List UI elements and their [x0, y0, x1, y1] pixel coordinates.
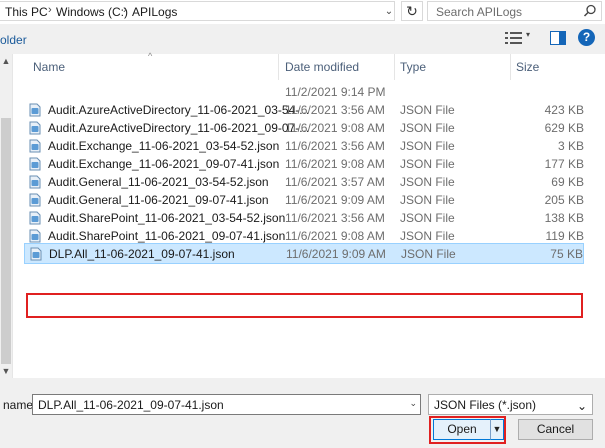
search-box[interactable]: [427, 1, 602, 21]
json-file-icon: [29, 175, 41, 189]
file-type: JSON File: [400, 157, 455, 171]
file-row[interactable]: Audit.General_11-06-2021_09-07-41.json 11…: [24, 192, 584, 209]
address-bar[interactable]: This PC › Windows (C:) › APILogs: [0, 1, 395, 21]
file-date: 11/6/2021 3:56 AM: [285, 211, 385, 225]
open-button[interactable]: Open: [433, 419, 491, 440]
file-size: 629 KB: [544, 121, 584, 135]
file-size: 69 KB: [551, 175, 584, 189]
file-type: JSON File: [400, 103, 455, 117]
search-input[interactable]: [434, 4, 578, 20]
breadcrumb-windows-c[interactable]: Windows (C:): [56, 5, 128, 19]
file-type: JSON File: [400, 229, 455, 243]
scroll-up-icon[interactable]: ▲: [0, 54, 12, 68]
column-header-type[interactable]: Type: [400, 60, 426, 74]
preview-pane-icon[interactable]: [550, 31, 566, 45]
scroll-down-icon[interactable]: ▼: [0, 364, 12, 378]
file-type: JSON File: [400, 121, 455, 135]
json-file-icon: [29, 157, 41, 171]
json-file-icon: [29, 103, 41, 117]
column-header-size[interactable]: Size: [516, 60, 539, 74]
file-date: 11/6/2021 9:09 AM: [285, 193, 385, 207]
file-size: 205 KB: [544, 193, 584, 207]
file-name: Audit.AzureActiveDirectory_11-06-2021_09…: [48, 121, 310, 135]
json-file-icon: [30, 247, 42, 261]
help-button[interactable]: ?: [578, 29, 595, 46]
json-file-icon: [29, 211, 41, 225]
file-name: Audit.Exchange_11-06-2021_09-07-41.json: [48, 157, 280, 171]
file-size: 75 KB: [550, 247, 583, 261]
file-date: 11/6/2021 9:08 AM: [285, 229, 385, 243]
file-name: Audit.AzureActiveDirectory_11-06-2021_03…: [48, 103, 310, 117]
file-row-selected[interactable]: DLP.All_11-06-2021_09-07-41.json 11/6/202…: [24, 243, 584, 264]
address-row: This PC › Windows (C:) › APILogs ⌄ ↻: [0, 0, 605, 24]
toolbar: older ▾ ?: [0, 24, 605, 54]
file-row[interactable]: 11/2/2021 9:14 PM: [24, 84, 584, 101]
file-type: JSON File: [401, 247, 456, 261]
search-icon[interactable]: [583, 4, 597, 18]
file-date: 11/6/2021 3:56 AM: [285, 139, 385, 153]
file-date: 11/6/2021 9:08 AM: [285, 121, 385, 135]
file-size: 177 KB: [544, 157, 584, 171]
file-date: 11/2/2021 9:14 PM: [285, 85, 386, 99]
file-row[interactable]: Audit.Exchange_11-06-2021_03-54-52.json 1…: [24, 138, 584, 155]
chevron-down-icon[interactable]: ⌄: [577, 399, 587, 413]
file-type-filter-value: JSON Files (*.json): [434, 398, 537, 412]
column-divider[interactable]: [394, 54, 395, 80]
breadcrumb-separator[interactable]: ›: [123, 4, 127, 16]
file-row[interactable]: Audit.AzureActiveDirectory_11-06-2021_09…: [24, 120, 584, 137]
file-row[interactable]: Audit.AzureActiveDirectory_11-06-2021_03…: [24, 102, 584, 119]
breadcrumb-this-pc[interactable]: This PC: [5, 5, 48, 19]
file-type: JSON File: [400, 175, 455, 189]
file-size: 3 KB: [557, 139, 584, 153]
new-folder-button[interactable]: older: [0, 33, 27, 47]
column-divider[interactable]: [278, 54, 279, 80]
file-name-combobox[interactable]: ⌄: [32, 394, 421, 415]
vertical-scrollbar[interactable]: ▲ ▼: [0, 54, 13, 378]
file-size: 423 KB: [544, 103, 584, 117]
refresh-button[interactable]: ↻: [401, 1, 423, 21]
breadcrumb-apilogs[interactable]: APILogs: [132, 5, 177, 19]
file-name: Audit.SharePoint_11-06-2021_03-54-52.jso…: [48, 211, 286, 225]
file-name: Audit.Exchange_11-06-2021_03-54-52.json: [48, 139, 280, 153]
column-divider[interactable]: [510, 54, 511, 80]
open-options-dropdown[interactable]: ▼: [490, 419, 504, 440]
sort-ascending-icon: ^: [148, 51, 153, 61]
file-name-input[interactable]: [36, 397, 400, 413]
json-file-icon: [29, 229, 41, 243]
address-history-dropdown[interactable]: ⌄: [381, 1, 397, 21]
view-options-icon[interactable]: [505, 31, 523, 45]
file-row[interactable]: Audit.SharePoint_11-06-2021_03-54-52.jso…: [24, 210, 584, 227]
file-date: 11/6/2021 3:57 AM: [285, 175, 385, 189]
file-type: JSON File: [400, 193, 455, 207]
file-row[interactable]: Audit.Exchange_11-06-2021_09-07-41.json 1…: [24, 156, 584, 173]
file-date: 11/6/2021 3:56 AM: [285, 103, 385, 117]
selected-file-highlight: [26, 293, 583, 318]
column-header-date-modified[interactable]: Date modified: [285, 60, 359, 74]
file-date: 11/6/2021 9:08 AM: [285, 157, 385, 171]
file-name: DLP.All_11-06-2021_09-07-41.json: [49, 247, 235, 261]
file-type: JSON File: [400, 139, 455, 153]
breadcrumb-separator[interactable]: ›: [48, 4, 52, 16]
json-file-icon: [29, 193, 41, 207]
scrollbar-thumb[interactable]: [1, 118, 11, 364]
file-list-pane[interactable]: ▲ ▼ ^ Name Date modified Type Size 11/2/…: [0, 51, 605, 378]
cancel-button[interactable]: Cancel: [518, 419, 593, 440]
column-header-name[interactable]: Name: [33, 60, 65, 74]
file-date: 11/6/2021 9:09 AM: [286, 247, 386, 261]
file-type-filter-select[interactable]: JSON Files (*.json) ⌄: [428, 394, 593, 415]
json-file-icon: [29, 121, 41, 135]
view-dropdown-icon[interactable]: ▾: [526, 30, 530, 39]
file-size: 119 KB: [545, 229, 584, 243]
file-row[interactable]: Audit.General_11-06-2021_03-54-52.json 11…: [24, 174, 584, 191]
json-file-icon: [29, 139, 41, 153]
file-name: Audit.SharePoint_11-06-2021_09-07-41.jso…: [48, 229, 286, 243]
file-name: Audit.General_11-06-2021_03-54-52.json: [48, 175, 269, 189]
file-size: 138 KB: [544, 211, 584, 225]
chevron-down-icon[interactable]: ⌄: [409, 398, 417, 409]
file-type: JSON File: [400, 211, 455, 225]
file-name: Audit.General_11-06-2021_09-07-41.json: [48, 193, 269, 207]
